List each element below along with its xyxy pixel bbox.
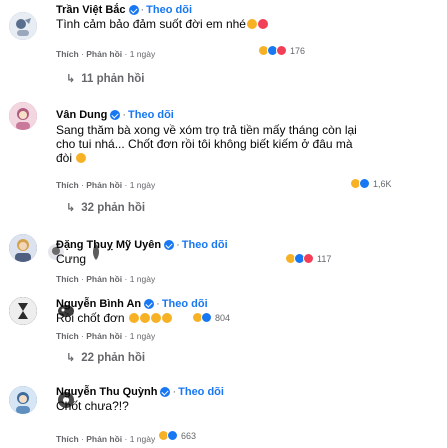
comment-text: Tình cảm bảo đảm suốt đời em nhé xyxy=(56,17,246,31)
comment-text-line: đòi xyxy=(56,151,73,165)
verified-badge-icon xyxy=(144,299,155,309)
reaction-summary[interactable]: 804 xyxy=(190,311,233,324)
reaction-count: 1,6K xyxy=(373,178,392,189)
comment-text: Cưng xyxy=(56,252,87,266)
reaction-summary[interactable]: 117 xyxy=(283,252,334,265)
like-action[interactable]: Thích xyxy=(56,331,79,341)
commenter-name[interactable]: Nguyễn Bình An xyxy=(56,298,141,310)
avatar[interactable] xyxy=(9,234,37,262)
comment-item: Trần Việt Bắc · Theo dõi Tình cảm bảo đả… xyxy=(0,0,447,90)
reaction-summary[interactable]: 663 xyxy=(156,429,199,442)
comment-time: 1 ngày xyxy=(129,180,156,190)
comment-time: 1 ngày xyxy=(129,434,156,444)
follow-link[interactable]: Theo dõi xyxy=(128,109,174,121)
verified-badge-icon xyxy=(110,110,121,120)
verified-badge-icon xyxy=(160,387,171,397)
reply-action[interactable]: Phản hồi xyxy=(86,274,122,284)
like-reaction-icon xyxy=(167,430,178,441)
emoji-icon xyxy=(150,313,161,323)
reply-arrow-icon: ↳ xyxy=(66,73,76,85)
reply-action[interactable]: Phản hồi xyxy=(86,180,122,190)
love-reaction-icon xyxy=(276,45,287,56)
comment-text: Rồi chốt đơn xyxy=(56,311,125,325)
comment-time: 1 ngày xyxy=(129,49,156,59)
heart-emoji-icon xyxy=(257,19,268,29)
comment-item: Nguyễn Thu Quỳnh · Theo dõi Chốt chưa?!?… xyxy=(0,372,447,448)
commenter-name[interactable]: Trần Việt Bắc xyxy=(56,4,126,16)
reply-action[interactable]: Phản hồi xyxy=(86,49,122,59)
comment-text-line: Sang thăm bà xong về xóm trọ trả tiền mấ… xyxy=(56,123,357,137)
reply-action[interactable]: Phản hồi xyxy=(86,331,122,341)
verified-badge-icon xyxy=(128,5,139,15)
replies-count: 11 phản hồi xyxy=(81,72,145,85)
like-reaction-icon xyxy=(201,312,212,323)
reaction-summary[interactable]: 176 xyxy=(256,44,308,57)
like-action[interactable]: Thích xyxy=(56,180,79,190)
view-replies-link[interactable]: ↳ 22 phản hồi xyxy=(66,351,146,365)
emoji-icon xyxy=(161,313,172,323)
reaction-count: 663 xyxy=(181,430,197,441)
emoji-icon xyxy=(76,153,87,163)
like-action[interactable]: Thích xyxy=(56,434,79,444)
replies-count: 32 phản hồi xyxy=(81,201,146,214)
follow-link[interactable]: Theo dõi xyxy=(178,386,224,398)
commenter-name[interactable]: Đặng Thuỵ Mỹ Uyên xyxy=(56,239,161,251)
love-reaction-icon xyxy=(303,253,314,264)
view-replies-link[interactable]: ↳ 11 phản hồi xyxy=(66,72,145,86)
commenter-name[interactable]: Vân Dung xyxy=(56,109,107,121)
comment-time: 1 ngày xyxy=(129,331,156,341)
reply-arrow-icon: ↳ xyxy=(66,352,76,364)
emoji-icon xyxy=(128,313,139,323)
reaction-count: 176 xyxy=(290,45,306,56)
reaction-summary[interactable]: 1,6K xyxy=(348,177,394,190)
replies-count: 22 phản hồi xyxy=(81,351,146,364)
avatar[interactable] xyxy=(9,12,37,40)
reply-arrow-icon: ↳ xyxy=(66,202,76,214)
comment-item: Đặng Thuỵ Mỹ Uyên · Theo dõi Cưng Thích … xyxy=(0,228,447,286)
view-replies-link[interactable]: ↳ 32 phản hồi xyxy=(66,201,146,215)
follow-link[interactable]: Theo dõi xyxy=(162,298,208,310)
follow-link[interactable]: Theo dõi xyxy=(182,239,228,251)
like-action[interactable]: Thích xyxy=(56,274,79,284)
like-reaction-icon xyxy=(359,178,370,189)
comment-text: Chốt chưa?!? xyxy=(56,399,129,413)
like-action[interactable]: Thích xyxy=(56,49,79,59)
reaction-count: 117 xyxy=(317,253,332,264)
reply-action[interactable]: Phản hồi xyxy=(86,434,122,444)
comment-item: Nguyễn Bình An · Theo dõi Rồi chốt đơn T… xyxy=(0,287,447,367)
verified-badge-icon xyxy=(164,240,175,250)
commenter-name[interactable]: Nguyễn Thu Quỳnh xyxy=(56,386,157,398)
avatar[interactable] xyxy=(9,297,37,325)
comment-time: 1 ngày xyxy=(129,274,156,284)
follow-link[interactable]: Theo dõi xyxy=(146,4,192,16)
comment-item: Vân Dung · Theo dõi Sang thăm bà xong về… xyxy=(0,96,447,226)
comment-text-line: cho tui nhá... Chốt đơn rồi tôi không bi… xyxy=(56,137,353,151)
avatar[interactable] xyxy=(9,386,37,414)
avatar[interactable] xyxy=(9,102,37,130)
emoji-icon xyxy=(139,313,150,323)
reaction-count: 804 xyxy=(215,312,231,323)
smile-emoji-icon xyxy=(246,19,257,29)
